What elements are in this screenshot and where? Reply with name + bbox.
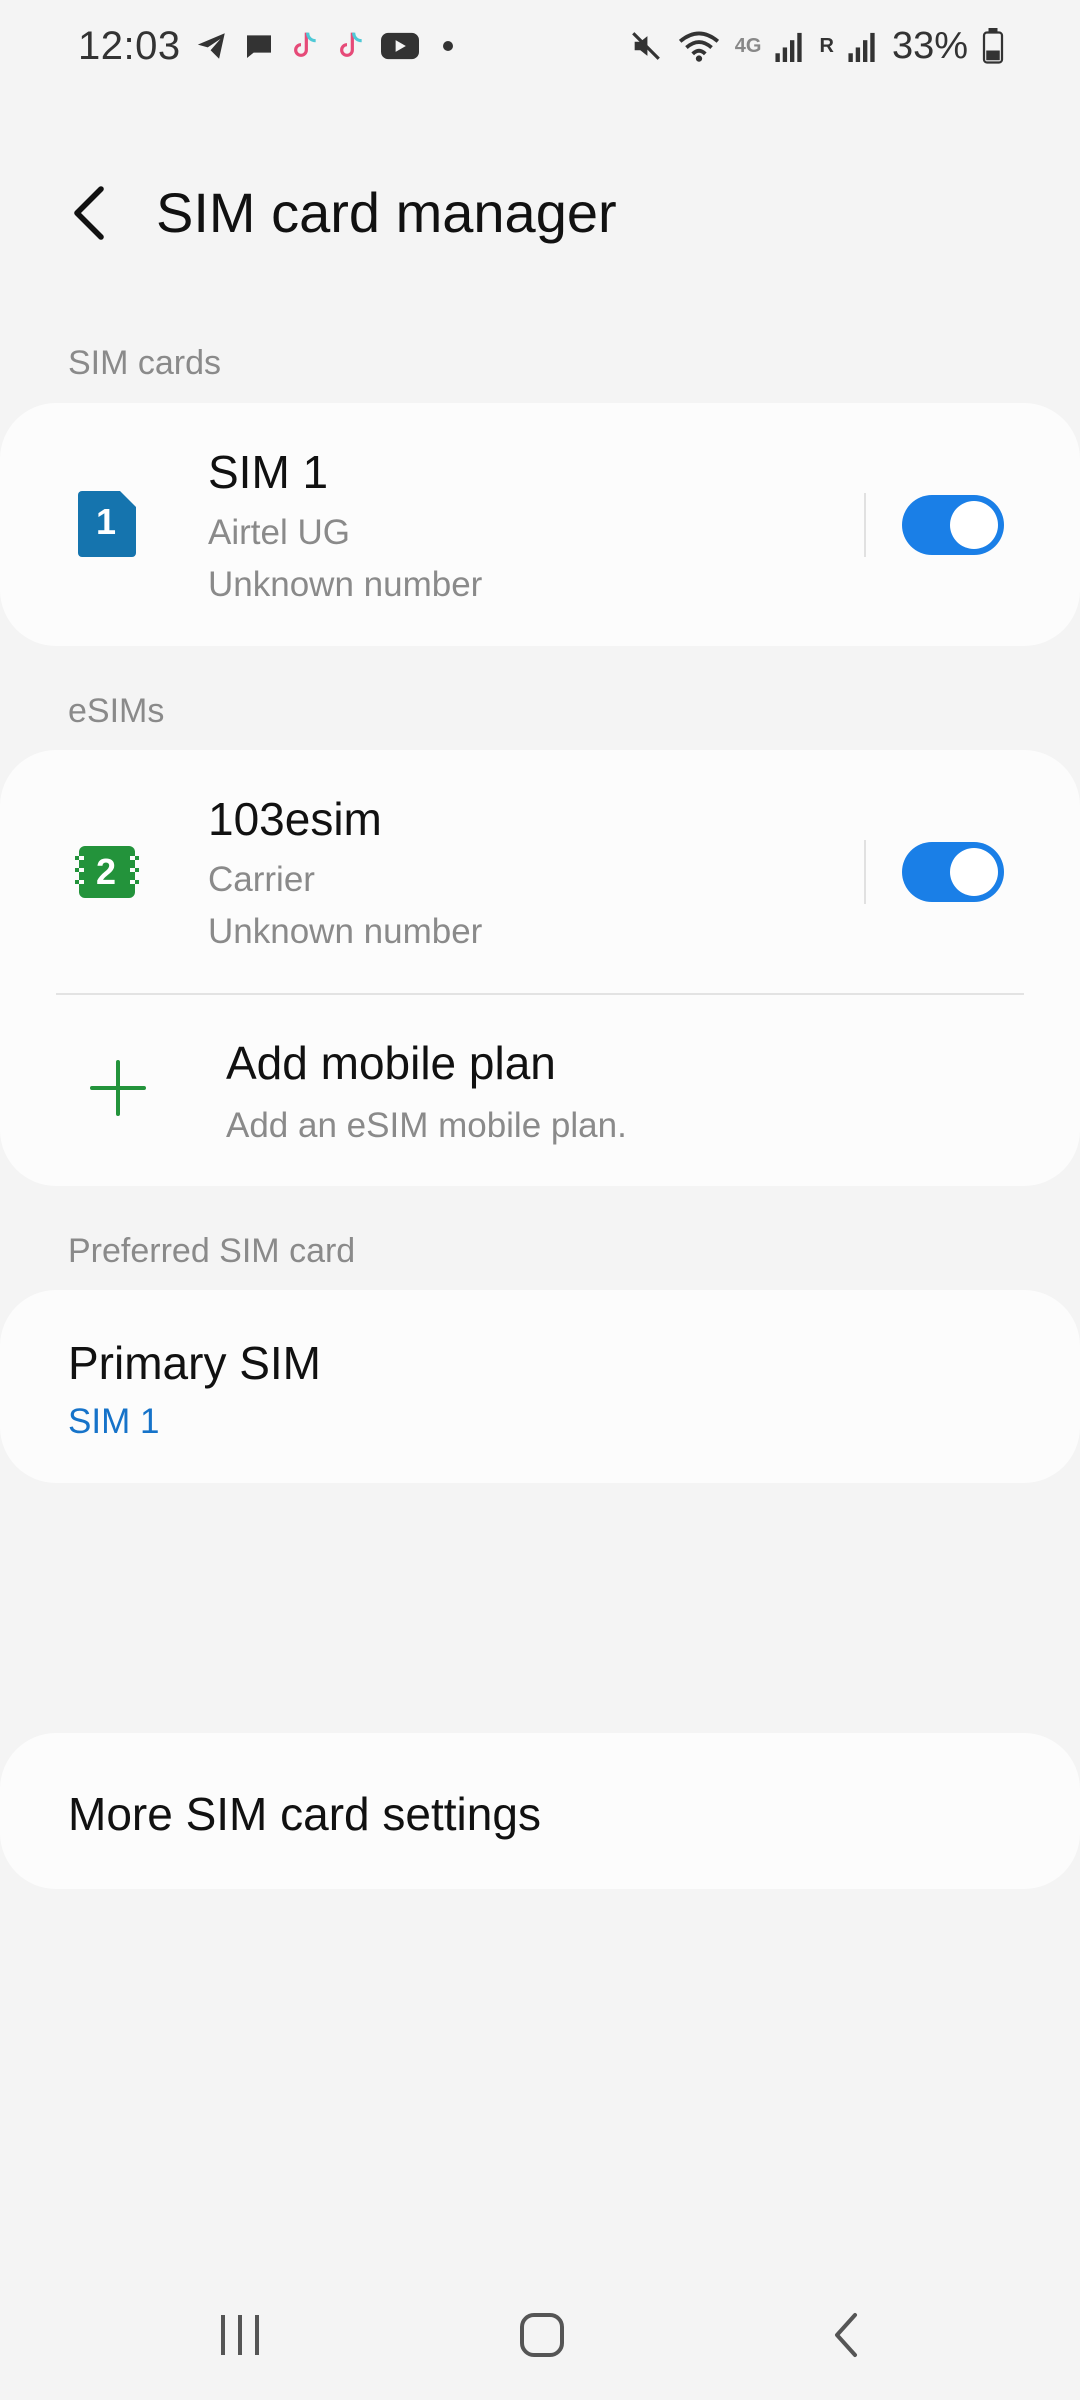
- esim-carrier: Carrier: [208, 860, 315, 899]
- sim-badge-number: 1: [96, 501, 117, 542]
- section-label-preferred: Preferred SIM card: [68, 1232, 356, 1270]
- primary-sim-value: SIM 1: [68, 1402, 160, 1441]
- add-mobile-plan-row[interactable]: Add mobile plan Add an eSIM mobile plan.: [0, 996, 1080, 1186]
- section-label-esims: eSIMs: [68, 692, 165, 730]
- network-4g-label: 4G: [734, 34, 762, 57]
- section-label-sim-cards: SIM cards: [68, 344, 222, 382]
- sim-cards-card: 1 SIM 1 Airtel UG Unknown number: [0, 403, 1080, 646]
- page-title: SIM card manager: [156, 181, 617, 244]
- message-icon: [243, 30, 275, 62]
- back-arrow-icon: [74, 185, 104, 240]
- battery-percent: 33%: [891, 24, 968, 67]
- wifi-icon: [677, 28, 721, 64]
- esim-toggle[interactable]: [902, 842, 1004, 902]
- primary-sim-title: Primary SIM: [68, 1337, 321, 1389]
- add-plan-subtitle: Add an eSIM mobile plan.: [226, 1106, 627, 1145]
- tiktok-icon: [289, 29, 321, 63]
- esim-name: 103esim: [208, 793, 382, 845]
- roaming-label: R: [819, 34, 834, 57]
- esim-chip-icon: 2: [72, 837, 142, 907]
- sim-carrier: Airtel UG: [208, 513, 350, 552]
- sim1-toggle[interactable]: [902, 495, 1004, 555]
- more-sim-settings-row[interactable]: More SIM card settings: [0, 1733, 1080, 1889]
- esim-texts: 103esim Carrier Unknown number: [208, 792, 482, 952]
- primary-sim-row[interactable]: Primary SIM SIM 1: [0, 1290, 1080, 1483]
- nav-back-button[interactable]: [806, 2300, 886, 2370]
- recents-icon: [221, 2315, 259, 2355]
- signal-icon: [848, 30, 878, 62]
- youtube-icon: [380, 31, 419, 61]
- sim-number: Unknown number: [208, 565, 483, 604]
- home-icon: [520, 2313, 564, 2357]
- sim-row-esim[interactable]: 2 103esim Carrier Unknown number: [0, 750, 1080, 993]
- more-dot-icon: [442, 41, 453, 51]
- esim-badge-number: 2: [96, 851, 117, 892]
- home-button[interactable]: [502, 2300, 582, 2370]
- status-bar-left: 12:03: [78, 24, 453, 69]
- telegram-icon: [195, 29, 229, 63]
- toggle-knob: [950, 501, 998, 549]
- back-button[interactable]: [44, 168, 134, 258]
- sim-texts: SIM 1 Airtel UG Unknown number: [208, 445, 482, 605]
- recents-button[interactable]: [200, 2300, 280, 2370]
- tiktok-icon: [335, 29, 367, 63]
- battery-icon: [982, 28, 1004, 64]
- vertical-divider: [864, 840, 866, 904]
- status-time: 12:03: [78, 23, 181, 68]
- sim-card-icon: 1: [72, 489, 142, 559]
- mute-icon: [629, 29, 663, 63]
- status-bar: 12:03 4G R 33%: [0, 0, 1080, 92]
- screen: 12:03 4G R 33% SIM card manager SIM card…: [0, 0, 1080, 2400]
- status-bar-right: 4G R 33%: [629, 25, 1004, 68]
- sim-name: SIM 1: [208, 446, 329, 498]
- app-header: SIM card manager: [0, 150, 1080, 275]
- horizontal-divider: [56, 993, 1024, 995]
- nav-back-icon: [835, 2313, 857, 2357]
- esims-card: 2 103esim Carrier Unknown number Add mob…: [0, 750, 1080, 1186]
- plus-icon: [90, 1060, 146, 1116]
- add-plan-title: Add mobile plan: [226, 1037, 556, 1089]
- more-sim-settings-title: More SIM card settings: [68, 1788, 541, 1840]
- navigation-bar: [0, 2280, 1080, 2390]
- vertical-divider: [864, 493, 866, 557]
- signal-icon: [775, 30, 805, 62]
- esim-number: Unknown number: [208, 912, 483, 951]
- toggle-knob: [950, 848, 998, 896]
- sim-row-sim1[interactable]: 1 SIM 1 Airtel UG Unknown number: [0, 403, 1080, 646]
